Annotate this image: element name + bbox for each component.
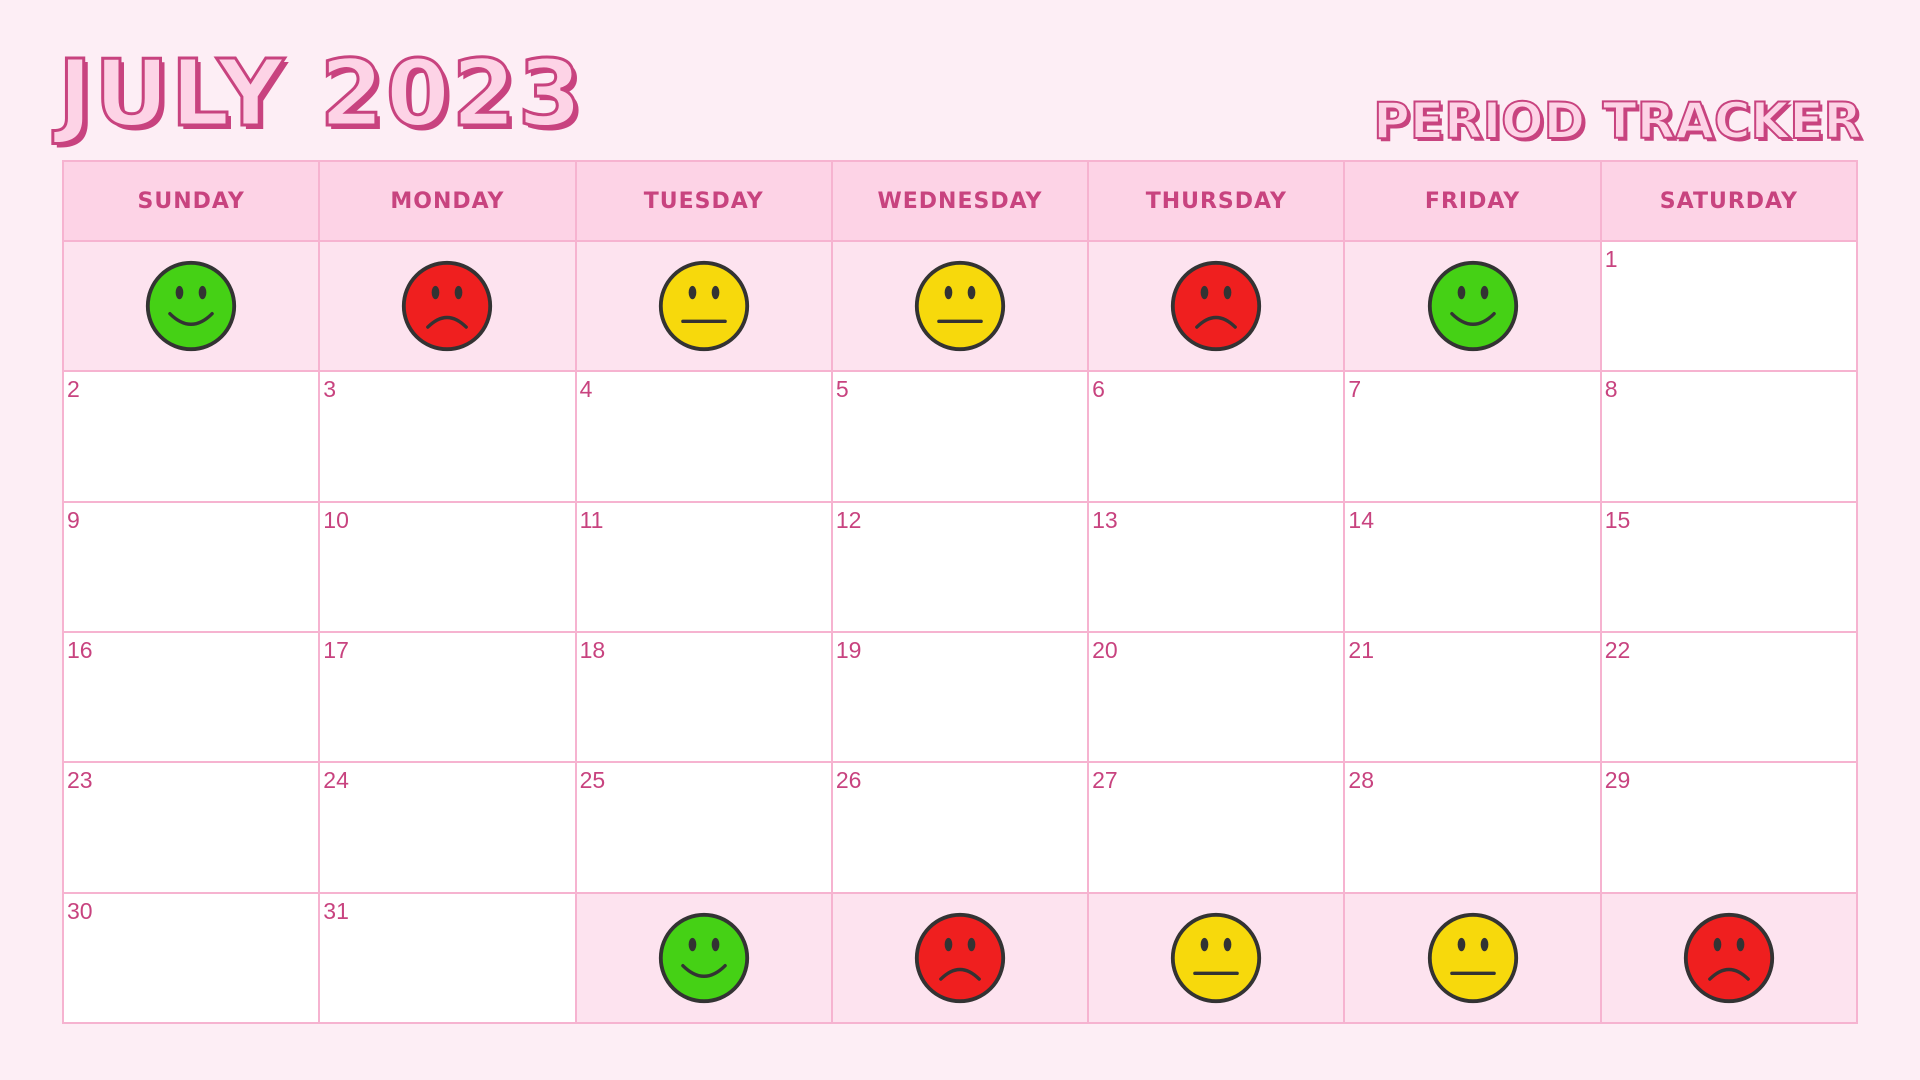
day-number: 4 xyxy=(579,376,593,403)
day-cell: 27 xyxy=(1089,763,1346,894)
page-title: JULY 2023 xyxy=(57,40,584,147)
day-cell: 14 xyxy=(1345,502,1602,633)
day-number: 8 xyxy=(1604,376,1618,403)
day-number: 2 xyxy=(67,376,80,403)
day-cell: 3 xyxy=(320,372,577,503)
neutral-face-icon xyxy=(912,258,1008,354)
filler-cell xyxy=(576,893,833,1024)
weekday-header-tuesday: TUESDAY xyxy=(576,162,833,242)
page-subtitle: PERIOD TRACKER xyxy=(1372,92,1863,150)
day-number: 25 xyxy=(579,767,606,794)
day-number: 19 xyxy=(835,636,862,663)
day-cell: 29 xyxy=(1601,763,1858,894)
day-number: 5 xyxy=(835,376,849,403)
day-number: 13 xyxy=(1092,506,1118,533)
day-cell: 30 xyxy=(64,893,321,1024)
day-number: 31 xyxy=(323,897,349,924)
day-number: 16 xyxy=(67,636,93,663)
weekday-header-monday: MONDAY xyxy=(320,162,577,242)
day-number: 29 xyxy=(1604,767,1631,794)
sad-face-icon xyxy=(912,910,1008,1006)
day-number: 3 xyxy=(323,376,337,403)
day-cell: 24 xyxy=(320,763,577,894)
filler-cell xyxy=(832,242,1090,373)
day-cell: 22 xyxy=(1601,632,1858,764)
day-number: 21 xyxy=(1348,636,1375,663)
filler-cell xyxy=(576,242,833,373)
day-number: 22 xyxy=(1604,636,1631,663)
filler-cell xyxy=(1089,242,1346,373)
filler-cell xyxy=(1601,893,1858,1024)
happy-face-icon xyxy=(143,258,239,354)
filler-cell xyxy=(832,893,1090,1024)
filler-cell xyxy=(1345,893,1602,1024)
sad-face-icon xyxy=(399,258,495,354)
day-cell: 25 xyxy=(576,763,833,894)
day-number: 9 xyxy=(67,506,80,533)
sad-face-icon xyxy=(1168,258,1264,354)
day-cell: 7 xyxy=(1345,372,1602,503)
day-number: 1 xyxy=(1604,246,1618,272)
neutral-face-icon xyxy=(1168,910,1264,1006)
neutral-face-icon xyxy=(656,258,752,354)
day-number: 15 xyxy=(1604,506,1631,533)
weekday-header-sunday: SUNDAY xyxy=(64,162,321,242)
day-number: 10 xyxy=(323,506,349,533)
weekday-header-saturday: SATURDAY xyxy=(1601,162,1858,242)
day-cell: 11 xyxy=(576,502,833,633)
day-cell: 2 xyxy=(64,372,321,503)
day-number: 20 xyxy=(1092,636,1118,663)
day-cell: 19 xyxy=(832,632,1090,764)
day-number: 26 xyxy=(835,767,862,794)
day-number: 30 xyxy=(67,897,93,924)
day-cell: 18 xyxy=(576,632,833,764)
day-number: 24 xyxy=(323,767,349,794)
day-number: 18 xyxy=(579,636,606,663)
filler-cell xyxy=(64,242,321,373)
day-cell: 28 xyxy=(1345,763,1602,894)
happy-face-icon xyxy=(1425,258,1521,354)
sad-face-icon xyxy=(1681,910,1777,1006)
filler-cell xyxy=(1345,242,1602,373)
filler-cell xyxy=(320,242,577,373)
day-number: 7 xyxy=(1348,376,1362,403)
day-cell: 4 xyxy=(576,372,833,503)
day-number: 12 xyxy=(835,506,862,533)
day-number: 28 xyxy=(1348,767,1375,794)
weekday-header-thursday: THURSDAY xyxy=(1089,162,1346,242)
day-cell: 17 xyxy=(320,632,577,764)
weekday-header-wednesday: WEDNESDAY xyxy=(832,162,1090,242)
day-cell: 1 xyxy=(1601,242,1858,373)
day-number: 17 xyxy=(323,636,349,663)
day-cell: 16 xyxy=(64,632,321,764)
day-cell: 12 xyxy=(832,502,1090,633)
day-cell: 20 xyxy=(1089,632,1346,764)
filler-cell xyxy=(1089,893,1346,1024)
weekday-header-friday: FRIDAY xyxy=(1345,162,1602,242)
day-number: 14 xyxy=(1348,506,1375,533)
day-cell: 5 xyxy=(832,372,1090,503)
day-cell: 26 xyxy=(832,763,1090,894)
day-cell: 6 xyxy=(1089,372,1346,503)
day-number: 6 xyxy=(1092,376,1105,403)
neutral-face-icon xyxy=(1425,910,1521,1006)
day-number: 11 xyxy=(579,506,604,533)
day-cell: 31 xyxy=(320,893,577,1024)
happy-face-icon xyxy=(656,910,752,1006)
day-cell: 13 xyxy=(1089,502,1346,633)
day-number: 23 xyxy=(67,767,93,794)
day-cell: 15 xyxy=(1601,502,1858,633)
day-cell: 23 xyxy=(64,763,321,894)
day-cell: 10 xyxy=(320,502,577,633)
day-number: 27 xyxy=(1092,767,1118,794)
day-cell: 21 xyxy=(1345,632,1602,764)
calendar-grid: SUNDAY MONDAY TUESDAY WEDNESDAY THURSDAY… xyxy=(62,160,1858,1024)
day-cell: 8 xyxy=(1601,372,1858,503)
day-cell: 9 xyxy=(64,502,321,633)
